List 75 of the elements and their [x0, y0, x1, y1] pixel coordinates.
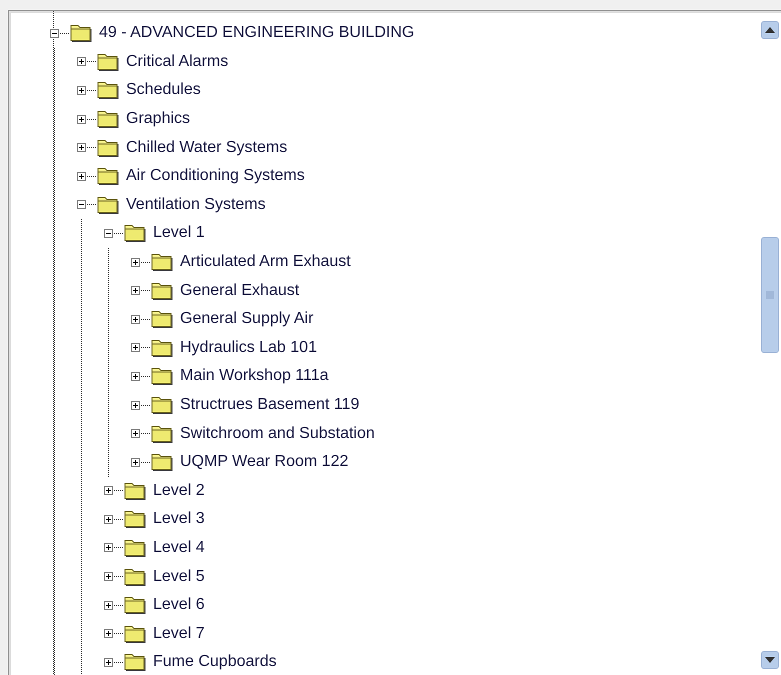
tree-item[interactable]: Level 4 [153, 538, 205, 557]
tree-item[interactable]: 49 - ADVANCED ENGINEERING BUILDING [99, 24, 414, 42]
folder-icon [151, 310, 174, 328]
tree-item[interactable]: General Supply Air [180, 310, 314, 328]
up-arrow-icon [765, 27, 775, 33]
tree-item[interactable]: Air Conditioning Systems [126, 167, 305, 186]
folder-icon [151, 453, 174, 472]
folder-icon [124, 653, 147, 672]
expand-icon[interactable] [104, 486, 113, 496]
tree-item[interactable]: General Exhaust [180, 282, 300, 300]
folder-icon [124, 482, 147, 500]
expand-icon[interactable] [104, 600, 113, 610]
tree-item[interactable]: Fume Cupboards [153, 653, 277, 672]
tree-item[interactable]: Hydraulics Lab 101 [180, 338, 317, 357]
down-arrow-icon [765, 657, 775, 663]
expand-icon[interactable] [77, 143, 86, 152]
tree-item[interactable]: Chilled Water Systems [126, 138, 288, 157]
folder-icon [124, 510, 147, 528]
tree-item[interactable]: Ventilation Systems [126, 196, 266, 214]
expand-icon[interactable] [77, 57, 86, 66]
expand-icon[interactable] [131, 286, 140, 296]
expand-icon[interactable] [104, 543, 113, 552]
expand-icon[interactable] [131, 429, 140, 438]
folder-icon [97, 110, 120, 128]
grip-icon [766, 290, 774, 300]
expand-icon[interactable] [131, 458, 140, 467]
expand-icon[interactable] [104, 572, 113, 582]
expand-icon[interactable] [104, 514, 113, 524]
folder-icon [97, 52, 120, 71]
folder-icon [151, 338, 174, 357]
expand-icon[interactable] [131, 343, 140, 352]
tree-item[interactable]: Critical Alarms [126, 52, 228, 71]
expand-icon[interactable] [77, 114, 86, 124]
expand-icon[interactable] [131, 258, 140, 267]
tree-item[interactable]: Structrues Basement 119 [180, 396, 360, 414]
scroll-up-button[interactable] [761, 21, 779, 39]
expand-icon[interactable] [77, 86, 86, 95]
tree-item[interactable]: Level 2 [153, 482, 205, 500]
tree-item[interactable]: Level 6 [153, 596, 205, 614]
expand-icon[interactable] [77, 172, 86, 181]
folder-icon [151, 424, 174, 443]
folder-icon [151, 253, 174, 272]
folder-icon [97, 196, 120, 214]
expand-icon[interactable] [104, 658, 113, 667]
folder-icon [151, 282, 174, 300]
collapse-icon[interactable] [104, 228, 113, 238]
collapse-icon[interactable] [77, 200, 86, 210]
folder-icon [70, 24, 93, 42]
collapse-icon[interactable] [50, 28, 59, 38]
tree-item[interactable]: Level 7 [153, 624, 205, 643]
expand-icon[interactable] [131, 372, 140, 381]
folder-icon [151, 396, 174, 414]
expand-icon[interactable] [131, 314, 140, 324]
scroll-down-button[interactable] [761, 651, 779, 669]
scrollbar-thumb[interactable] [761, 237, 779, 353]
tree-item[interactable]: Articulated Arm Exhaust [180, 253, 351, 272]
folder-icon [124, 596, 147, 614]
folder-icon [97, 81, 120, 100]
tree-item[interactable]: Level 5 [153, 568, 205, 586]
expand-icon[interactable] [131, 400, 140, 410]
tree-item[interactable]: Level 1 [153, 224, 205, 242]
tree-item[interactable]: Graphics [126, 110, 190, 128]
folder-icon [124, 624, 147, 643]
expand-icon[interactable] [104, 629, 113, 638]
tree-item[interactable]: Schedules [126, 81, 201, 100]
folder-icon [124, 224, 147, 242]
tree-item[interactable]: Level 3 [153, 510, 205, 528]
folder-icon [124, 568, 147, 586]
folder-icon [97, 167, 120, 186]
folder-icon [97, 138, 120, 157]
tree-item[interactable]: UQMP Wear Room 122 [180, 453, 348, 472]
folder-icon [151, 367, 174, 386]
tree-item[interactable]: Switchroom and Substation [180, 424, 375, 443]
tree-item[interactable]: Main Workshop 111a [180, 367, 329, 386]
folder-icon [124, 538, 147, 557]
